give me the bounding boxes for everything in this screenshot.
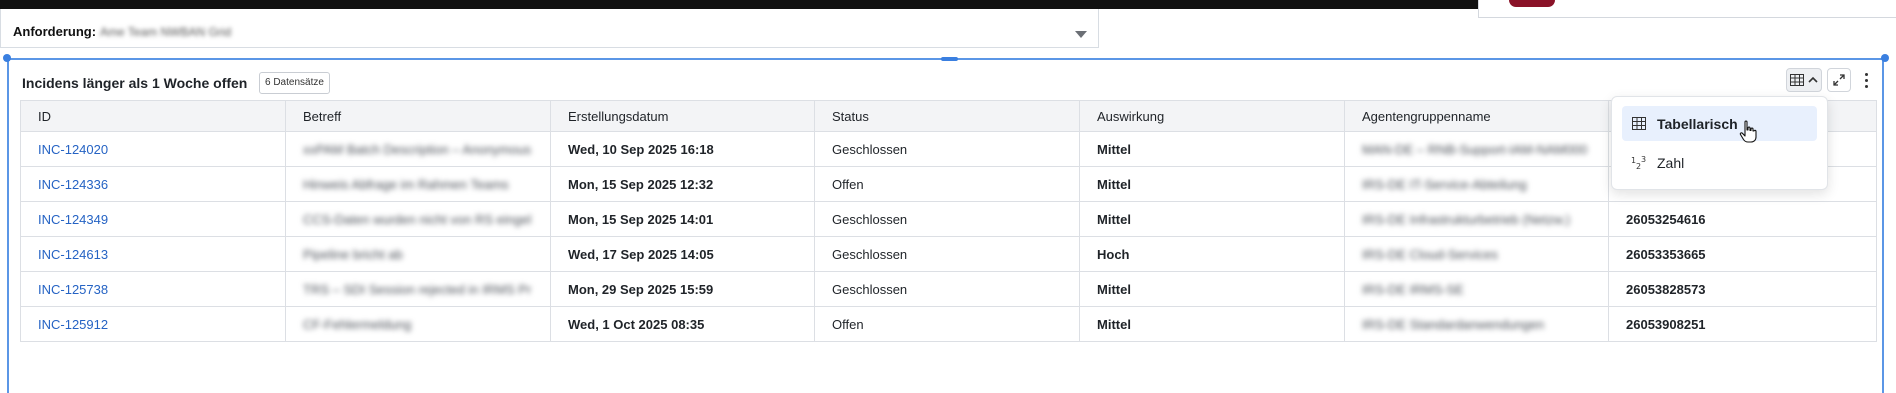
number-icon: 1 2 3 xyxy=(1631,155,1647,171)
impact-cell: Hoch xyxy=(1079,236,1345,272)
brand-accent-shape xyxy=(1509,0,1555,7)
group-cell: IRS-DE Cloud-Services xyxy=(1344,236,1609,272)
incident-link[interactable]: INC-125738 xyxy=(38,282,108,297)
column-header[interactable]: Erstellungsdatum xyxy=(550,100,815,132)
expand-icon xyxy=(1833,74,1845,86)
created-cell: Mon, 15 Sep 2025 12:32 xyxy=(550,166,815,202)
group-cell: IRS-DE Standardanwendungen xyxy=(1344,306,1609,342)
incident-link[interactable]: INC-124613 xyxy=(38,247,108,262)
filter-value: Ame Team NWBAN Grid xyxy=(100,25,232,39)
id-cell: INC-125912 xyxy=(20,306,286,342)
status-cell: Geschlossen xyxy=(814,236,1080,272)
filter-dropdown[interactable]: Anforderung: Ame Team NWBAN Grid xyxy=(0,9,1099,48)
resize-handle-top-right[interactable] xyxy=(1881,54,1889,62)
subject-cell: xxPAM Batch Description – Anonymous xyxy=(285,131,551,167)
menu-item-zahl[interactable]: 1 2 3 Zahl xyxy=(1622,145,1817,180)
group-cell: IRS-DE IT-Service-Abteilung xyxy=(1344,166,1609,202)
chevron-up-icon xyxy=(1808,76,1818,83)
subject-cell: Pipeline bricht ab xyxy=(285,236,551,272)
status-cell: Geschlossen xyxy=(814,271,1080,307)
created-cell: Wed, 17 Sep 2025 14:05 xyxy=(550,236,815,272)
group-cell: IRS-DE IRMS-SE xyxy=(1344,271,1609,307)
created-cell: Mon, 29 Sep 2025 15:59 xyxy=(550,271,815,307)
menu-item-tabellarisch[interactable]: Tabellarisch xyxy=(1622,106,1817,141)
table-header-row: ID Betreff Erstellungsdatum Status Auswi… xyxy=(20,100,1877,132)
incidents-table: ID Betreff Erstellungsdatum Status Auswi… xyxy=(20,100,1877,342)
status-cell: Offen xyxy=(814,166,1080,202)
status-cell: Geschlossen xyxy=(814,131,1080,167)
status-cell: Geschlossen xyxy=(814,201,1080,237)
number-cell: 26053908251 xyxy=(1608,306,1877,342)
table-row: INC-125738 TRS – SDI Session rejected in… xyxy=(20,271,1877,307)
column-header[interactable]: Betreff xyxy=(285,100,551,132)
id-cell: INC-124613 xyxy=(20,236,286,272)
impact-cell: Mittel xyxy=(1079,201,1345,237)
column-header[interactable]: ID xyxy=(20,100,286,132)
subject-cell: CF-Fehlermeldung xyxy=(285,306,551,342)
svg-text:3: 3 xyxy=(1641,155,1646,164)
resize-handle-top-left[interactable] xyxy=(3,54,11,62)
created-cell: Wed, 10 Sep 2025 16:18 xyxy=(550,131,815,167)
more-options-icon[interactable] xyxy=(1862,68,1870,92)
impact-cell: Mittel xyxy=(1079,306,1345,342)
group-cell: IRS-DE Infrastrukturbetrieb (Netzw.) xyxy=(1344,201,1609,237)
column-header[interactable]: Auswirkung xyxy=(1079,100,1345,132)
view-type-menu: Tabellarisch 1 2 3 Zahl xyxy=(1611,96,1828,190)
column-header[interactable]: Agentengruppenname xyxy=(1344,100,1609,132)
created-cell: Mon, 15 Sep 2025 14:01 xyxy=(550,201,815,237)
id-cell: INC-124020 xyxy=(20,131,286,167)
group-cell: MAN-DE – RNB-Support-IAM-NAM000 xyxy=(1344,131,1609,167)
table-icon xyxy=(1790,74,1804,86)
id-cell: INC-124336 xyxy=(20,166,286,202)
subject-cell: Hinweis Abfrage im Rahmen Teams xyxy=(285,166,551,202)
table-row: INC-124349 CCS-Daten wurden nicht von RS… xyxy=(20,201,1877,237)
widget-title: Incidens länger als 1 Woche offen xyxy=(22,75,248,91)
id-cell: INC-124349 xyxy=(20,201,286,237)
subject-cell: TRS – SDI Session rejected in IRMS Pr xyxy=(285,271,551,307)
incident-link[interactable]: INC-125912 xyxy=(38,317,108,332)
column-header[interactable]: Status xyxy=(814,100,1080,132)
table-row: INC-124336 Hinweis Abfrage im Rahmen Tea… xyxy=(20,166,1877,202)
number-cell: 26053828573 xyxy=(1608,271,1877,307)
chevron-down-icon[interactable] xyxy=(1075,31,1087,38)
resize-handle-top[interactable] xyxy=(941,57,958,61)
menu-item-label: Tabellarisch xyxy=(1657,115,1738,132)
view-switch-button[interactable] xyxy=(1786,68,1822,92)
incident-link[interactable]: INC-124349 xyxy=(38,212,108,227)
id-cell: INC-125738 xyxy=(20,271,286,307)
table-row: INC-124020 xxPAM Batch Description – Ano… xyxy=(20,131,1877,167)
hand-cursor-icon xyxy=(1739,120,1757,143)
impact-cell: Mittel xyxy=(1079,166,1345,202)
table-row: INC-125912 CF-Fehlermeldung Wed, 1 Oct 2… xyxy=(20,306,1877,342)
fullscreen-button[interactable] xyxy=(1827,68,1851,92)
subject-cell: CCS-Daten wurden nicht von RS eingel xyxy=(285,201,551,237)
impact-cell: Mittel xyxy=(1079,131,1345,167)
created-cell: Wed, 1 Oct 2025 08:35 xyxy=(550,306,815,342)
incident-link[interactable]: INC-124020 xyxy=(38,142,108,157)
incident-link[interactable]: INC-124336 xyxy=(38,177,108,192)
record-count-badge: 6 Datensätze xyxy=(259,72,330,94)
menu-item-label: Zahl xyxy=(1657,154,1685,171)
impact-cell: Mittel xyxy=(1079,271,1345,307)
filter-label: Anforderung: xyxy=(13,24,97,39)
status-cell: Offen xyxy=(814,306,1080,342)
table-row: INC-124613 Pipeline bricht ab Wed, 17 Se… xyxy=(20,236,1877,272)
number-cell: 26053353665 xyxy=(1608,236,1877,272)
table-icon xyxy=(1631,116,1647,132)
top-right-panel xyxy=(1478,0,1896,18)
number-cell: 26053254616 xyxy=(1608,201,1877,237)
